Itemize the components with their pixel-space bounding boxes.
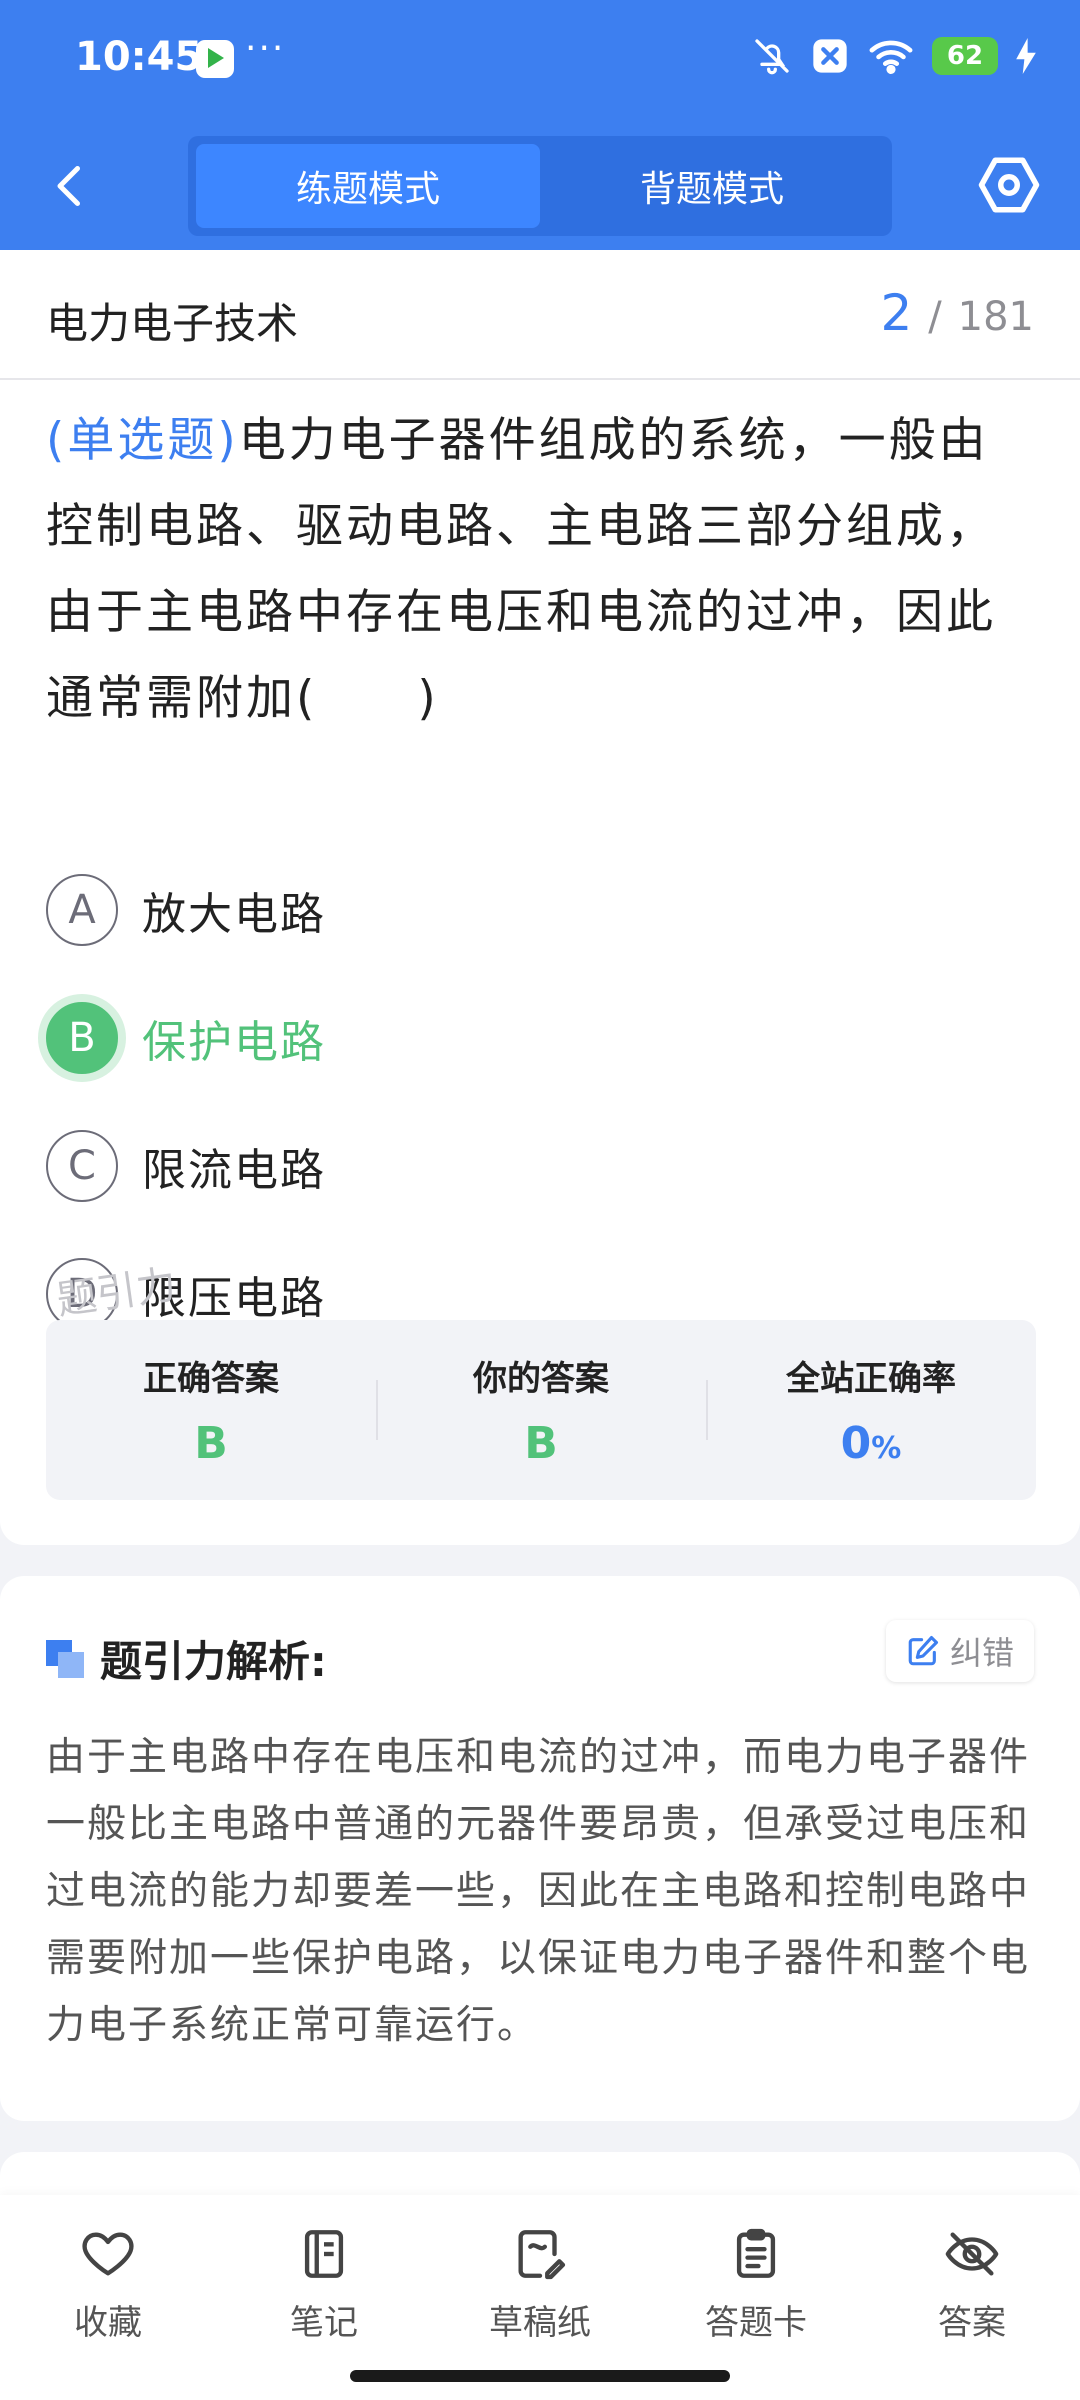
accuracy-unit: % xyxy=(871,1431,902,1466)
current-question-number: 2 xyxy=(880,284,913,342)
back-arrow-icon[interactable] xyxy=(40,156,100,216)
question-card: (单选题)电力电子器件组成的系统，一般由控制电路、驱动电路、主电路三部分组成，由… xyxy=(0,380,1080,1545)
question-text: (单选题)电力电子器件组成的系统，一般由控制电路、驱动电路、主电路三部分组成，由… xyxy=(46,398,1036,742)
tab-memorize-mode[interactable]: 背题模式 xyxy=(540,144,884,228)
option-letter: C xyxy=(46,1130,118,1202)
home-indicator[interactable] xyxy=(350,2370,730,2382)
stat-value: B xyxy=(194,1418,228,1469)
stat-label: 正确答案 xyxy=(143,1359,279,1399)
favorite-button[interactable]: 收藏 xyxy=(0,2195,216,2400)
toolbar-label: 答案 xyxy=(938,2303,1006,2343)
stat-label: 全站正确率 xyxy=(786,1359,956,1399)
subject-header: 电力电子技术 2 / 181 xyxy=(0,250,1080,380)
answer-card-icon xyxy=(736,2228,776,2278)
stat-correct-answer: 正确答案 B xyxy=(46,1320,376,1500)
more-notifications-icon: ··· xyxy=(245,28,286,69)
wifi-icon xyxy=(869,40,913,75)
analysis-card: 题引力解析: 纠错 由于主电路中存在电压和电流的过冲，而电力电子器件一般比主电路… xyxy=(0,1576,1080,2121)
option-letter: B xyxy=(46,1002,118,1074)
toolbar-label: 收藏 xyxy=(74,2303,142,2343)
show-answer-button[interactable]: 答案 xyxy=(864,2195,1080,2400)
toolbar-label: 草稿纸 xyxy=(489,2303,591,2343)
report-error-label: 纠错 xyxy=(949,1634,1014,1672)
total-questions: 181 xyxy=(957,294,1034,340)
analysis-header: 题引力解析: xyxy=(46,1628,327,1689)
edit-icon xyxy=(908,1635,939,1666)
question-type: (单选题) xyxy=(46,413,239,468)
status-bar: 10:45 ··· 62 xyxy=(0,0,1080,120)
toolbar-label: 答题卡 xyxy=(705,2303,807,2343)
stat-site-accuracy: 全站正确率 0% xyxy=(706,1320,1036,1500)
notebook-icon xyxy=(304,2230,344,2278)
counter-separator: / xyxy=(928,294,942,340)
option-letter: A xyxy=(46,874,118,946)
charging-bolt-icon xyxy=(1016,38,1036,74)
eye-off-icon xyxy=(945,2232,999,2276)
answer-stats: 正确答案 B 你的答案 B 全站正确率 0% xyxy=(46,1320,1036,1500)
tab-practice-mode[interactable]: 练题模式 xyxy=(196,144,540,228)
option-text: 保护电路 xyxy=(142,1017,326,1068)
toolbar-label: 笔记 xyxy=(290,2303,358,2343)
draft-icon xyxy=(518,2230,566,2280)
report-error-button[interactable]: 纠错 xyxy=(885,1620,1034,1682)
stat-value: B xyxy=(524,1418,558,1469)
question-counter[interactable]: 2 / 181 xyxy=(881,284,1034,342)
battery-indicator: 62 xyxy=(932,37,998,75)
heart-icon xyxy=(82,2232,134,2276)
option-text: 限流电路 xyxy=(142,1145,326,1196)
stat-value: 0% xyxy=(841,1418,902,1469)
accuracy-number: 0 xyxy=(840,1418,872,1469)
status-time: 10:45 xyxy=(75,34,203,80)
option-text: 放大电路 xyxy=(142,889,326,940)
analysis-text: 由于主电路中存在电压和电流的过冲，而电力电子器件一般比主电路中普通的元器件要昂贵… xyxy=(46,1735,1031,2048)
app-notification-icon xyxy=(196,40,234,78)
option-c[interactable]: C 限流电路 xyxy=(46,1126,946,1206)
top-app-bar: 10:45 ··· 62 练题模式 背题模式 xyxy=(0,0,1080,250)
nav-bar: 练题模式 背题模式 xyxy=(0,130,1080,240)
mode-switch: 练题模式 背题模式 xyxy=(188,136,892,236)
bell-off-icon xyxy=(755,39,789,75)
option-a[interactable]: A 放大电路 xyxy=(46,870,946,950)
close-box-icon xyxy=(813,39,847,73)
subject-title: 电力电子技术 xyxy=(46,299,299,348)
analysis-title: 题引力解析: xyxy=(100,1637,327,1686)
option-b[interactable]: B 保护电路 xyxy=(46,998,946,1078)
settings-hexagon-icon[interactable] xyxy=(976,152,1042,218)
stat-your-answer: 你的答案 B xyxy=(376,1320,706,1500)
analysis-squares-icon xyxy=(46,1639,84,1678)
status-icons: 62 xyxy=(752,36,1036,76)
stat-label: 你的答案 xyxy=(473,1359,609,1399)
